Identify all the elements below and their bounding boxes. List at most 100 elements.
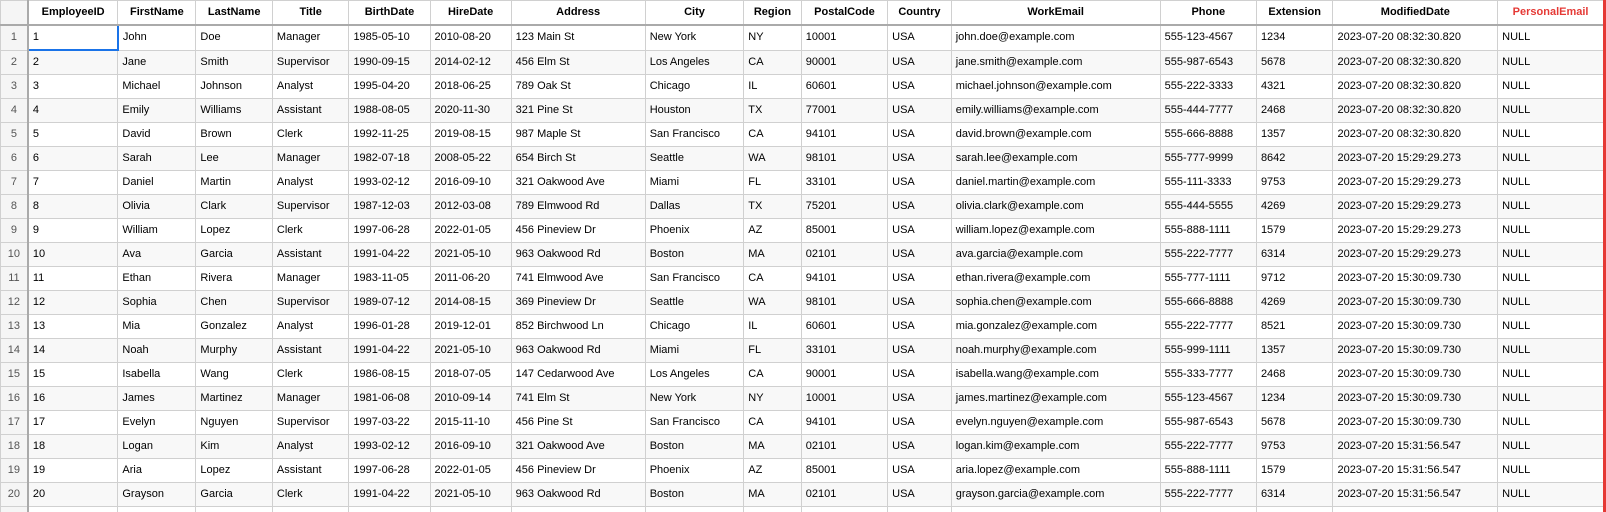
column-header-Extension[interactable]: Extension [1256,1,1333,26]
cell-rowIndex: 17 [1,411,28,435]
cell-Phone: 555-123-4567 [1160,387,1256,411]
cell-LastName: Lee [196,147,273,171]
table-row[interactable]: 1313MiaGonzalezAnalyst1996-01-282019-12-… [1,315,1605,339]
cell-ModifiedDate: 2023-07-20 15:30:09.730 [1333,339,1498,363]
cell-BirthDate: 1991-04-22 [349,483,430,507]
column-header-BirthDate[interactable]: BirthDate [349,1,430,26]
cell-WorkEmail: evelyn.nguyen@example.com [951,411,1160,435]
table-row[interactable]: 1515IsabellaWangClerk1986-08-152018-07-0… [1,363,1605,387]
column-header-LastName[interactable]: LastName [196,1,273,26]
cell-LastName: Chen [196,291,273,315]
table-row[interactable]: 77DanielMartinAnalyst1993-02-122016-09-1… [1,171,1605,195]
column-header-Title[interactable]: Title [272,1,349,26]
column-header-Region[interactable]: Region [744,1,802,26]
cell-EmployeeID: 1 [28,25,118,50]
cell-PostalCode: 33101 [801,339,887,363]
cell-Country: USA [888,291,952,315]
column-header-PersonalEmail[interactable]: PersonalEmail [1498,1,1605,26]
cell-City: Dallas [645,195,744,219]
column-header-Country[interactable]: Country [888,1,952,26]
cell-Phone: 555-888-1111 [1160,219,1256,243]
cell-BirthDate: 1988-08-05 [349,99,430,123]
table-row[interactable]: 1414NoahMurphyAssistant1991-04-222021-05… [1,339,1605,363]
cell-PersonalEmail: NULL [1498,507,1605,512]
column-header-WorkEmail[interactable]: WorkEmail [951,1,1160,26]
table-row[interactable]: 44EmilyWilliamsAssistant1988-08-052020-1… [1,99,1605,123]
table-row[interactable]: 55DavidBrownClerk1992-11-252019-08-15987… [1,123,1605,147]
cell-PersonalEmail: NULL [1498,171,1605,195]
table-row[interactable]: 1717EvelynNguyenSupervisor1997-03-222015… [1,411,1605,435]
column-header-ModifiedDate[interactable]: ModifiedDate [1333,1,1498,26]
cell-HireDate: 2021-05-10 [430,243,511,267]
cell-EmployeeID: 11 [28,267,118,291]
cell-rowIndex: 8 [1,195,28,219]
table-row[interactable]: 33MichaelJohnsonAnalyst1995-04-202018-06… [1,75,1605,99]
cell-Extension: 9753 [1256,171,1333,195]
cell-HireDate: 2010-08-20 [430,25,511,50]
table-row[interactable]: 1919AriaLopezAssistant1997-06-282022-01-… [1,459,1605,483]
cell-Title: Analyst [272,75,349,99]
table-row[interactable]: 66SarahLeeManager1982-07-182008-05-22654… [1,147,1605,171]
cell-BirthDate: 1989-07-12 [349,291,430,315]
cell-Title: Clerk [272,363,349,387]
table-row[interactable]: 1010AvaGarciaAssistant1991-04-222021-05-… [1,243,1605,267]
cell-PostalCode: 60601 [801,75,887,99]
cell-PersonalEmail: NULL [1498,411,1605,435]
cell-HireDate: 2015-11-10 [430,411,511,435]
cell-City: Boston [645,483,744,507]
cell-EmployeeID: 10 [28,243,118,267]
cell-City: San Francisco [645,507,744,512]
cell-Extension: 4269 [1256,195,1333,219]
cell-PostalCode: 90001 [801,363,887,387]
table-row[interactable]: 22JaneSmithSupervisor1990-09-152014-02-1… [1,50,1605,75]
cell-City: San Francisco [645,123,744,147]
cell-Region: FL [744,339,802,363]
table-row[interactable]: 88OliviaClarkSupervisor1987-12-032012-03… [1,195,1605,219]
column-header-FirstName[interactable]: FirstName [118,1,196,26]
cell-PostalCode: 98101 [801,291,887,315]
column-header-Phone[interactable]: Phone [1160,1,1256,26]
table-row[interactable]: 1111EthanRiveraManager1983-11-052011-06-… [1,267,1605,291]
cell-Phone: 555-666-8888 [1160,291,1256,315]
column-header-rowIndex[interactable] [1,1,28,26]
cell-BirthDate: 1982-07-18 [349,147,430,171]
column-header-HireDate[interactable]: HireDate [430,1,511,26]
cell-Title: Supervisor [272,50,349,75]
cell-Region: CA [744,411,802,435]
cell-BirthDate: 1991-04-22 [349,339,430,363]
cell-LastName: Clark [196,195,273,219]
cell-Address: 741 Elm St [511,387,645,411]
cell-Phone: 555-222-3333 [1160,75,1256,99]
table-row[interactable]: 2020GraysonGarciaClerk1991-04-222021-05-… [1,483,1605,507]
cell-EmployeeID: 2 [28,50,118,75]
cell-PostalCode: 94101 [801,267,887,291]
table-row[interactable]: 1616JamesMartinezManager1981-06-082010-0… [1,387,1605,411]
cell-PostalCode: 10001 [801,387,887,411]
table-row[interactable]: 1818LoganKimAnalyst1993-02-122016-09-103… [1,435,1605,459]
cell-BirthDate: 1981-06-08 [349,387,430,411]
cell-Region: TX [744,99,802,123]
column-header-Address[interactable]: Address [511,1,645,26]
cell-PostalCode: 02101 [801,243,887,267]
cell-Phone: 555-666-8888 [1160,123,1256,147]
cell-HireDate: 2008-05-22 [430,147,511,171]
cell-Extension: 9753 [1256,435,1333,459]
cell-rowIndex: 15 [1,363,28,387]
cell-PostalCode: 75201 [801,195,887,219]
cell-ModifiedDate: 2023-07-20 15:29:29.273 [1333,243,1498,267]
column-header-PostalCode[interactable]: PostalCode [801,1,887,26]
cell-rowIndex: 2 [1,50,28,75]
cell-Title: Manager [272,507,349,512]
table-row[interactable]: 11JohnDoeManager1985-05-102010-08-20123 … [1,25,1605,50]
cell-City: New York [645,387,744,411]
table-row[interactable]: 99WilliamLopezClerk1997-06-282022-01-054… [1,219,1605,243]
cell-PersonalEmail: NULL [1498,339,1605,363]
column-header-City[interactable]: City [645,1,744,26]
cell-EmployeeID: 18 [28,435,118,459]
table-row[interactable]: 1212SophiaChenSupervisor1989-07-122014-0… [1,291,1605,315]
cell-Title: Assistant [272,243,349,267]
column-header-EmployeeID[interactable]: EmployeeID [28,1,118,26]
table-row[interactable]: 2121LunaRiveraManager1983-11-052011-06-2… [1,507,1605,512]
cell-FirstName: Sophia [118,291,196,315]
cell-Address: 369 Pineview Dr [511,291,645,315]
